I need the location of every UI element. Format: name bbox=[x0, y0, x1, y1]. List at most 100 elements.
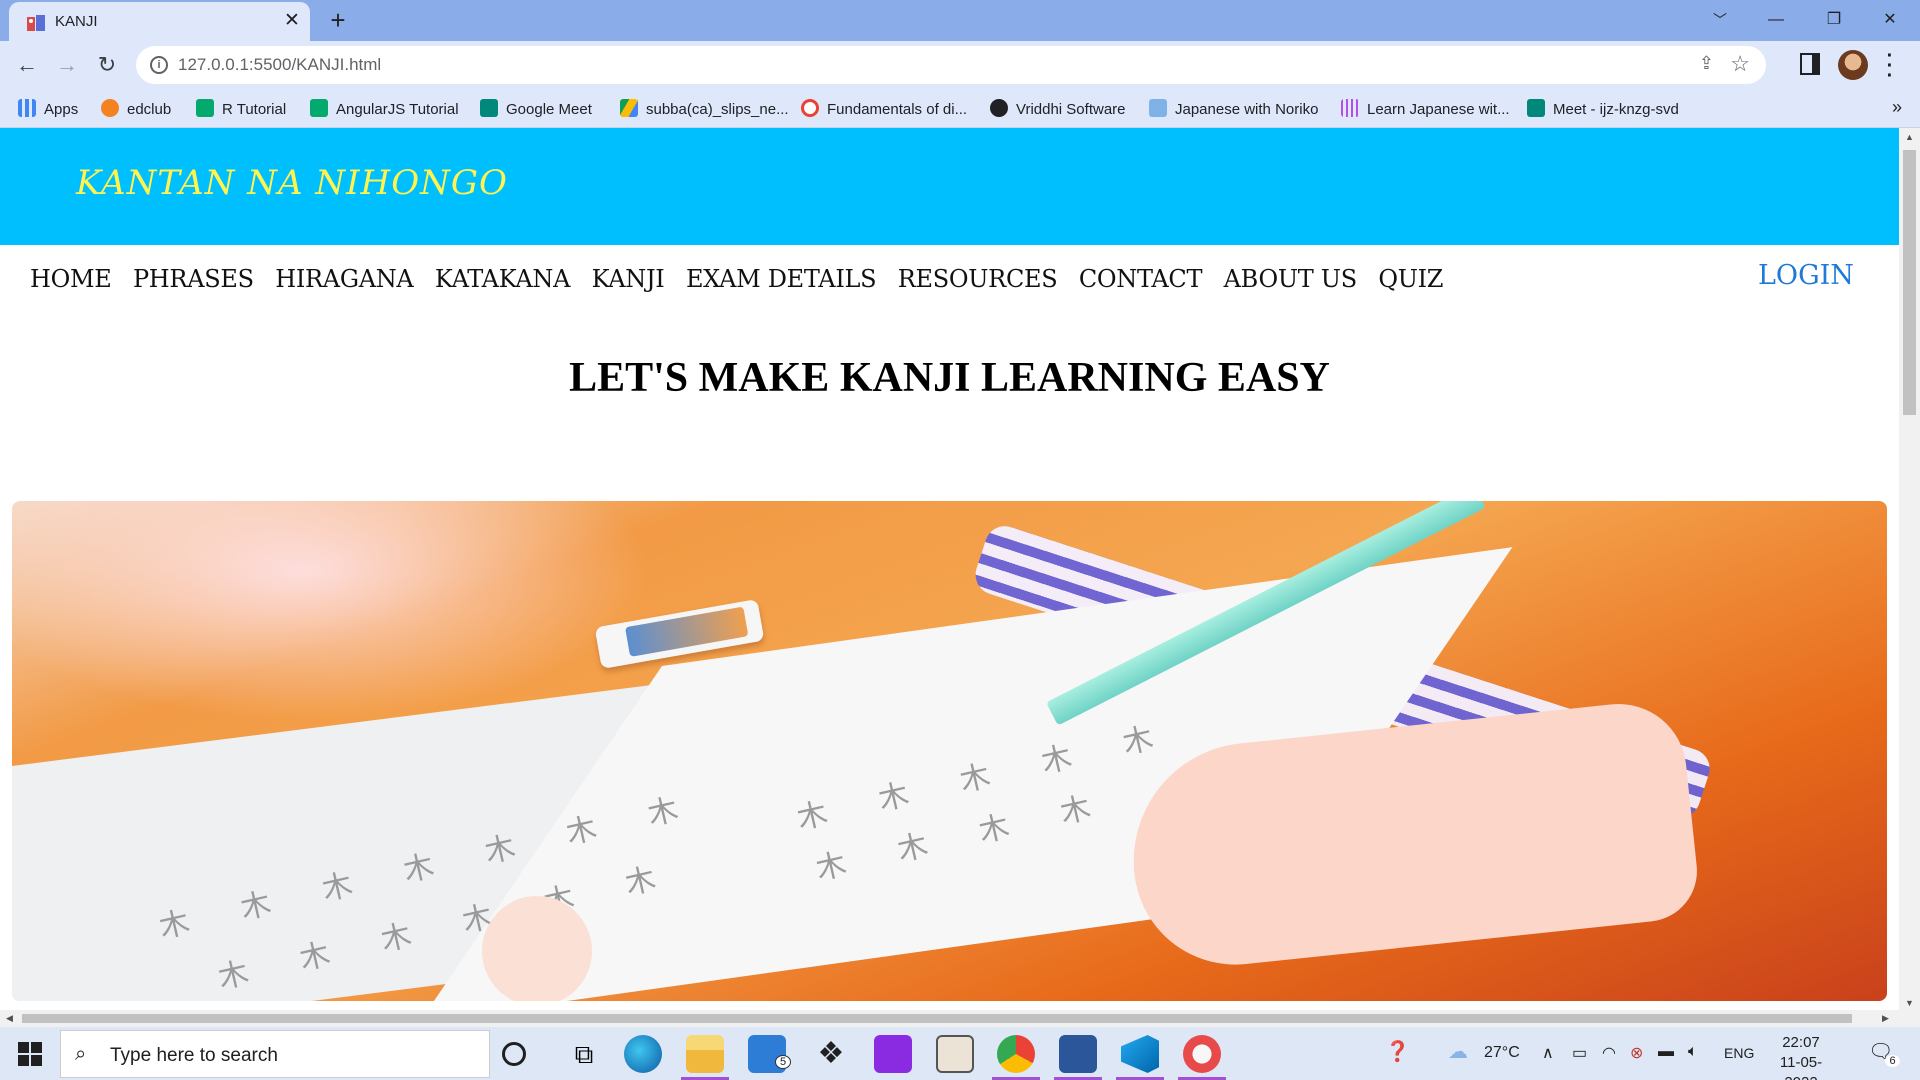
scroll-right-icon[interactable]: ▶ bbox=[1882, 1013, 1889, 1024]
mail-badge: 5 bbox=[775, 1055, 791, 1069]
share-icon[interactable]: ⇪ bbox=[1699, 53, 1714, 74]
search-icon: ⌕ bbox=[75, 1043, 87, 1065]
file-explorer-icon[interactable] bbox=[686, 1035, 724, 1073]
back-arrow-icon[interactable]: ← bbox=[11, 49, 43, 81]
meet-now-icon[interactable]: ▭ bbox=[1572, 1043, 1587, 1063]
finger-illustration bbox=[482, 896, 592, 1001]
new-tab-button[interactable]: + bbox=[324, 6, 352, 34]
clock-date: 11-05-2022 bbox=[1779, 1054, 1823, 1080]
wifi-icon[interactable]: ◠ bbox=[1602, 1043, 1616, 1063]
dropbox-icon[interactable]: ❖ bbox=[812, 1035, 850, 1073]
scroll-left-icon[interactable]: ◀ bbox=[6, 1013, 13, 1024]
edge-icon[interactable] bbox=[624, 1035, 662, 1073]
restore-icon[interactable]: ❐ bbox=[1814, 4, 1854, 36]
tab-search-chevron-icon[interactable]: ﹀ bbox=[1700, 4, 1740, 36]
wikipedia-app-icon[interactable] bbox=[936, 1035, 974, 1073]
globe-icon bbox=[990, 99, 1008, 117]
battery-icon[interactable]: ▬ bbox=[1658, 1043, 1674, 1061]
podcast-icon bbox=[1341, 99, 1359, 117]
bookmark-subba-slips[interactable]: subba(ca)_slips_ne... bbox=[620, 99, 789, 119]
browser-toolbar: ← → ↻ i 127.0.0.1:5500/KANJI.html ⇪ ☆ · ·… bbox=[0, 41, 1920, 90]
bookmark-learn-japanese[interactable]: Learn Japanese wit... bbox=[1341, 99, 1510, 119]
google-icon bbox=[801, 99, 819, 117]
bookmark-angularjs-tutorial[interactable]: AngularJS Tutorial bbox=[310, 99, 459, 119]
web-page: KANTAN NA NIHONGO HOME PHRASES HIRAGANA … bbox=[0, 128, 1899, 1010]
network-warning-icon[interactable]: ⊗ bbox=[1630, 1043, 1643, 1063]
meet-icon bbox=[480, 99, 498, 117]
vscode-icon[interactable] bbox=[1121, 1035, 1159, 1073]
tab-title: KANJI bbox=[55, 13, 98, 30]
nav-exam-details[interactable]: EXAM DETAILS bbox=[686, 265, 877, 293]
sway-icon[interactable] bbox=[874, 1035, 912, 1073]
word-icon[interactable] bbox=[1059, 1035, 1097, 1073]
weather-temp[interactable]: 27°C bbox=[1484, 1044, 1520, 1062]
w3-icon bbox=[310, 99, 328, 117]
horizontal-scroll-thumb[interactable] bbox=[22, 1014, 1852, 1023]
close-tab-icon[interactable]: ✕ bbox=[280, 9, 304, 33]
bookmark-edclub[interactable]: edclub bbox=[101, 99, 171, 119]
nav-quiz[interactable]: QUIZ bbox=[1378, 265, 1443, 293]
edclub-icon bbox=[101, 99, 119, 117]
cortana-icon[interactable] bbox=[502, 1042, 526, 1066]
site-header: KANTAN NA NIHONGO bbox=[0, 128, 1899, 245]
scroll-down-icon[interactable]: ▼ bbox=[1905, 998, 1914, 1008]
show-hidden-icons-chevron-icon[interactable]: ∧ bbox=[1542, 1043, 1554, 1063]
meet-icon bbox=[1527, 99, 1545, 117]
taskbar-search-input[interactable]: ⌕ Type here to search bbox=[60, 1030, 490, 1078]
login-link[interactable]: LOGIN bbox=[1758, 260, 1854, 291]
task-view-icon[interactable]: ⧉ bbox=[565, 1035, 603, 1073]
scroll-up-icon[interactable]: ▲ bbox=[1905, 132, 1914, 142]
site-info-icon[interactable]: i bbox=[150, 56, 168, 74]
address-bar-url[interactable]: 127.0.0.1:5500/KANJI.html bbox=[178, 55, 381, 75]
taskbar-clock[interactable]: 22:07 11-05-2022 bbox=[1766, 1033, 1836, 1080]
forward-arrow-icon[interactable]: → bbox=[51, 49, 83, 81]
vertical-scrollbar[interactable]: ▲ ▼ bbox=[1899, 128, 1920, 1010]
reload-icon[interactable]: ↻ bbox=[91, 49, 123, 81]
horizontal-scrollbar[interactable]: ◀ ▶ bbox=[0, 1010, 1920, 1027]
hero-image: 木 木 木 木 木 木 木 木 木 木 木 木 木 木 木 木 木 木 木 木 … bbox=[12, 501, 1887, 1001]
nav-phrases[interactable]: PHRASES bbox=[133, 265, 254, 293]
nav-katakana[interactable]: KATAKANA bbox=[435, 265, 571, 293]
drive-icon bbox=[620, 99, 638, 117]
bookmark-meet-ijz[interactable]: Meet - ijz-knzg-svd bbox=[1527, 99, 1679, 119]
volume-icon[interactable]: 🔈︎ bbox=[1688, 1043, 1698, 1061]
nav-resources[interactable]: RESOURCES bbox=[898, 265, 1058, 293]
nav-contact[interactable]: CONTACT bbox=[1079, 265, 1203, 293]
windows-taskbar: ⌕ Type here to search ⧉ 5 ❖ ❓ ☁ 27°C ∧ ▭… bbox=[0, 1027, 1920, 1080]
profile-avatar[interactable] bbox=[1838, 50, 1868, 80]
bookmark-google-meet[interactable]: Google Meet bbox=[480, 99, 592, 119]
taskbar-search-placeholder: Type here to search bbox=[110, 1045, 278, 1066]
bookmark-vriddhi-software[interactable]: Vriddhi Software bbox=[990, 99, 1126, 119]
language-indicator[interactable]: ENG bbox=[1724, 1045, 1754, 1061]
apps-grid-icon bbox=[18, 99, 36, 117]
more-bookmarks-icon[interactable]: » bbox=[1892, 97, 1902, 118]
minimize-icon[interactable]: — bbox=[1756, 4, 1796, 36]
chrome-icon[interactable] bbox=[997, 1035, 1035, 1073]
browser-tab-kanji[interactable]: KANJI ✕ bbox=[9, 2, 310, 41]
side-panel-icon[interactable] bbox=[1800, 53, 1820, 75]
page-favicon-icon bbox=[25, 13, 47, 33]
bookmark-apps[interactable]: Apps bbox=[18, 99, 78, 119]
browser-tab-bar: KANJI ✕ + ﹀ — ❐ ✕ bbox=[0, 0, 1920, 41]
close-window-icon[interactable]: ✕ bbox=[1870, 4, 1910, 36]
w3-icon bbox=[196, 99, 214, 117]
bookmark-star-icon[interactable]: ☆ bbox=[1730, 51, 1750, 77]
browser-menu-icon[interactable]: · · · bbox=[1885, 46, 1895, 86]
address-bar[interactable]: i 127.0.0.1:5500/KANJI.html ⇪ ☆ bbox=[136, 46, 1766, 84]
help-icon[interactable]: ❓ bbox=[1385, 1039, 1410, 1064]
site-logo[interactable]: KANTAN NA NIHONGO bbox=[76, 163, 508, 203]
bookmark-japanese-with-noriko[interactable]: Japanese with Noriko bbox=[1149, 99, 1318, 119]
weather-cloud-icon[interactable]: ☁ bbox=[1448, 1039, 1468, 1064]
snipping-tool-icon[interactable] bbox=[1183, 1035, 1221, 1073]
nav-hiragana[interactable]: HIRAGANA bbox=[275, 265, 414, 293]
notification-count-badge: 6 bbox=[1885, 1055, 1900, 1067]
clock-time: 22:07 bbox=[1782, 1034, 1820, 1051]
nav-home[interactable]: HOME bbox=[30, 265, 112, 293]
bookmark-r-tutorial[interactable]: R Tutorial bbox=[196, 99, 286, 119]
windows-start-icon[interactable] bbox=[18, 1042, 42, 1066]
nav-about-us[interactable]: ABOUT US bbox=[1224, 265, 1358, 293]
nav-kanji[interactable]: KANJI bbox=[592, 265, 665, 293]
site-nav: HOME PHRASES HIRAGANA KATAKANA KANJI EXA… bbox=[30, 265, 1460, 305]
vertical-scroll-thumb[interactable] bbox=[1903, 150, 1916, 415]
bookmark-fundamentals[interactable]: Fundamentals of di... bbox=[801, 99, 967, 119]
